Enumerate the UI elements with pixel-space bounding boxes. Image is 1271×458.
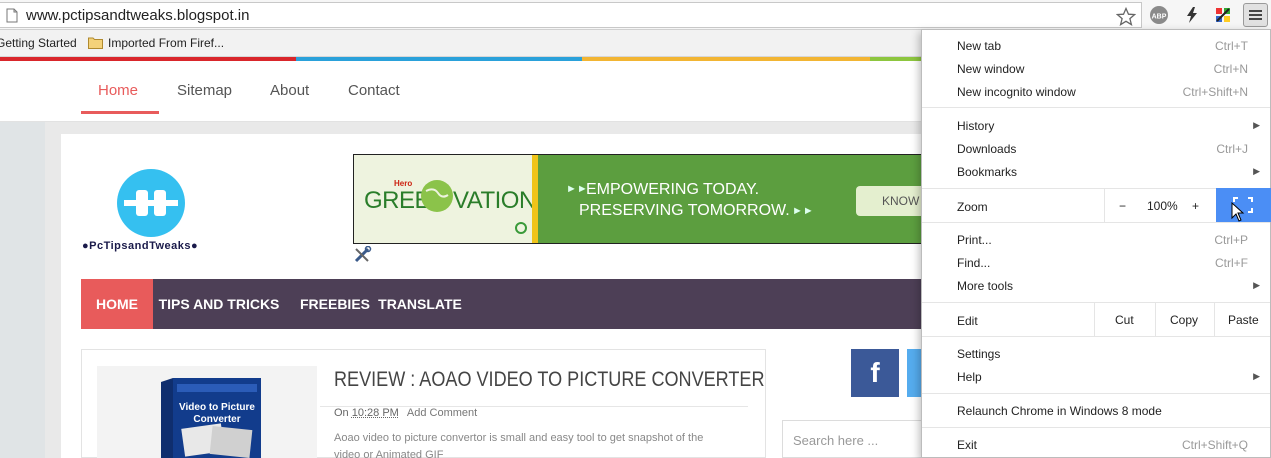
post-excerpt-line: video or Animated GIF [334, 449, 443, 458]
menu-settings[interactable]: Settings [957, 347, 1000, 361]
post-title[interactable]: REVIEW : AOAO VIDEO TO PICTURE CONVERTER [334, 368, 765, 392]
menu-find[interactable]: Find... [957, 256, 990, 270]
thumbnail-label: Video to Picture Converter [177, 402, 257, 426]
menu-separator [922, 302, 1270, 303]
menu-bookmarks[interactable]: Bookmarks [957, 165, 1017, 179]
post-meta: On 10:28 PM Add Comment [334, 407, 477, 419]
topnav-sitemap[interactable]: Sitemap [177, 82, 232, 99]
menu-new-tab[interactable]: New tab [957, 39, 1001, 53]
cell-divider [1104, 189, 1105, 222]
copy-button[interactable]: Copy [1170, 313, 1198, 327]
search-placeholder: Search here ... [793, 433, 878, 448]
shortcut-incognito: Ctrl+Shift+N [1183, 85, 1248, 99]
menu-new-incognito-window[interactable]: New incognito window [957, 85, 1076, 99]
submenu-arrow-icon: ▶ [1253, 166, 1260, 177]
menu-edit-label: Edit [957, 314, 978, 328]
cell-divider [1155, 303, 1156, 336]
hamburger-icon [1244, 4, 1267, 26]
shortcut-new-tab: Ctrl+T [1215, 39, 1248, 53]
omnibox[interactable]: www.pctipsandtweaks.blogspot.in [0, 2, 1142, 28]
zoom-in-button[interactable]: + [1192, 199, 1199, 213]
menu-downloads[interactable]: Downloads [957, 142, 1016, 156]
shortcut-exit: Ctrl+Shift+Q [1182, 438, 1248, 452]
mainnav-freebies[interactable]: FREEBIES [291, 279, 379, 329]
cut-button[interactable]: Cut [1115, 313, 1134, 327]
menu-history[interactable]: History [957, 119, 994, 133]
shortcut-new-window: Ctrl+N [1214, 62, 1248, 76]
chrome-menu: New tab Ctrl+T New window Ctrl+N New inc… [921, 29, 1271, 458]
chevron-right-icon: ►► [566, 183, 588, 195]
page-icon [6, 8, 18, 23]
bookmark-star-icon[interactable] [1116, 7, 1136, 27]
page-gutter [0, 122, 45, 458]
add-comment-link[interactable]: Add Comment [407, 407, 477, 419]
active-underline [81, 111, 159, 114]
menu-separator [922, 222, 1270, 223]
menu-more-tools[interactable]: More tools [957, 279, 1013, 293]
search-input[interactable]: Search here ... [782, 420, 932, 458]
chevron-right-icon: ►► [792, 205, 814, 217]
paste-button[interactable]: Paste [1228, 313, 1259, 327]
zoom-out-button[interactable]: − [1119, 199, 1126, 213]
puzzle-icon[interactable] [1212, 4, 1234, 26]
banner-brand-panel: Hero GREEN VATION [354, 155, 532, 243]
cell-divider [1094, 303, 1095, 336]
main-nav: HOME TIPS AND TRICKS FREEBIES TRANSLATE [81, 279, 931, 329]
menu-help[interactable]: Help [957, 370, 982, 384]
zoom-level: 100% [1147, 199, 1178, 213]
menu-zoom-label: Zoom [957, 200, 988, 214]
bookmark-imported-folder[interactable]: Imported From Firef... [108, 36, 224, 50]
post-meta-on: On [334, 407, 349, 419]
logo-text: ●PcTipsandTweaks● [82, 240, 198, 252]
abp-icon[interactable]: ABP [1148, 4, 1170, 26]
banner-cta-label: KNOW [882, 194, 919, 208]
banner-divider [532, 155, 538, 243]
facebook-button[interactable]: f [851, 349, 899, 397]
post-excerpt-line: Aoao video to picture convertor is small… [334, 432, 703, 444]
shortcut-find: Ctrl+F [1215, 256, 1248, 270]
globe-icon [420, 179, 454, 213]
topnav-home[interactable]: Home [98, 82, 138, 99]
folder-icon [88, 36, 103, 49]
menu-new-window[interactable]: New window [957, 62, 1024, 76]
mainnav-tips-and-tricks[interactable]: TIPS AND TRICKS [153, 279, 285, 329]
cell-divider [1214, 303, 1215, 336]
submenu-arrow-icon: ▶ [1253, 371, 1260, 382]
bookmark-getting-started[interactable]: Getting Started [0, 36, 77, 50]
menu-separator [922, 427, 1270, 428]
topnav-contact[interactable]: Contact [348, 82, 400, 99]
chrome-menu-button[interactable] [1243, 3, 1268, 27]
topnav-about[interactable]: About [270, 82, 309, 99]
site-logo[interactable] [116, 168, 186, 238]
post-time[interactable]: 10:28 PM [352, 407, 399, 419]
mouse-cursor-icon [1231, 202, 1245, 222]
menu-print[interactable]: Print... [957, 233, 992, 247]
submenu-arrow-icon: ▶ [1253, 120, 1260, 131]
svg-text:ABP: ABP [1152, 14, 1167, 21]
menu-separator [922, 393, 1270, 394]
url-text[interactable]: www.pctipsandtweaks.blogspot.in [26, 7, 249, 24]
tools-icon[interactable] [353, 246, 373, 264]
banner-ad[interactable]: Hero GREEN VATION ►► EMPOWERING TODAY. P… [353, 154, 933, 244]
mainnav-home[interactable]: HOME [81, 279, 153, 329]
banner-line2: PRESERVING TOMORROW. [579, 202, 790, 220]
menu-separator [922, 107, 1270, 108]
shortcut-print: Ctrl+P [1214, 233, 1248, 247]
menu-separator [922, 336, 1270, 337]
lightning-icon[interactable] [1181, 4, 1203, 26]
shortcut-downloads: Ctrl+J [1216, 142, 1248, 156]
menu-relaunch-windows8[interactable]: Relaunch Chrome in Windows 8 mode [957, 404, 1162, 418]
submenu-arrow-icon: ▶ [1253, 280, 1260, 291]
refresh-icon [514, 221, 528, 235]
mainnav-translate[interactable]: TRANSLATE [379, 279, 461, 329]
post-thumbnail[interactable]: Video to Picture Converter [97, 366, 317, 458]
menu-exit[interactable]: Exit [957, 438, 977, 452]
banner-line1: EMPOWERING TODAY. [586, 181, 759, 199]
